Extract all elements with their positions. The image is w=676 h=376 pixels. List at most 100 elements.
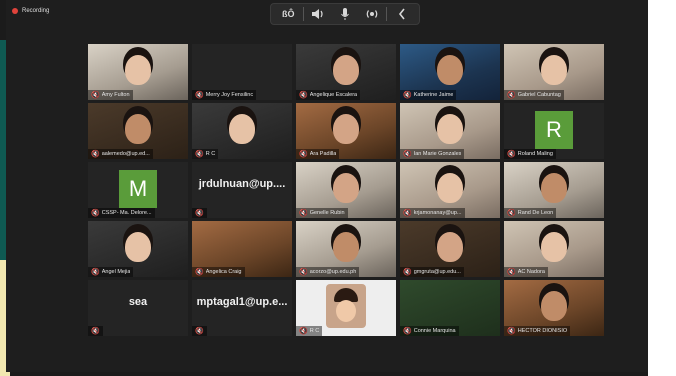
- participant-nameplate: 🔇 krjamonanay@up...: [400, 208, 465, 218]
- muted-microphone-icon: 🔇: [91, 91, 100, 99]
- participant-nameplate: 🔇 Angelica Craig: [192, 267, 245, 277]
- participant-name: Genelle Rubin: [309, 210, 345, 216]
- participant-avatar: M: [119, 170, 157, 208]
- participant-tile[interactable]: 🔇 Gabriel Cabuntag: [504, 44, 604, 100]
- participant-video: [541, 291, 567, 322]
- participant-name: aalemedo@up.ed...: [101, 151, 150, 157]
- participant-tile[interactable]: 🔇 aalemedo@up.ed...: [88, 103, 188, 159]
- participant-nameplate: 🔇 HECTOR DIONISIO: [504, 326, 571, 336]
- muted-microphone-icon: 🔇: [299, 91, 308, 99]
- participant-video: [541, 55, 567, 86]
- muted-microphone-icon: 🔇: [507, 150, 516, 158]
- recording-indicator: Recording: [12, 8, 49, 14]
- background-white-strip-right: [648, 0, 676, 376]
- muted-microphone-icon: 🔇: [507, 268, 516, 276]
- participant-tile[interactable]: R 🔇 Roland Maling: [504, 103, 604, 159]
- toolbar-divider: [386, 7, 388, 21]
- participant-nameplate: 🔇 Angelique Escalera: [296, 90, 361, 100]
- muted-microphone-icon: 🔇: [403, 209, 412, 217]
- participant-tile[interactable]: jrdulnuan@up.... 🔇: [192, 162, 292, 218]
- participant-nameplate: 🔇 Merry Joy Fensilinc: [192, 90, 257, 100]
- participant-nameplate: 🔇 R C: [296, 326, 323, 336]
- muted-microphone-icon: 🔇: [403, 91, 412, 99]
- participant-tile[interactable]: 🔇 Ara Padilla: [296, 103, 396, 159]
- participant-tile[interactable]: 🔇 Angelique Escalera: [296, 44, 396, 100]
- captions-icon[interactable]: ßÔ: [276, 5, 300, 23]
- participant-video: [333, 114, 359, 145]
- muted-microphone-icon: 🔇: [91, 209, 100, 217]
- participant-tile[interactable]: 🔇 Connie Marquina: [400, 280, 500, 336]
- participant-tile[interactable]: 🔇 Rand De Leon: [504, 162, 604, 218]
- memoji-avatar: [326, 284, 366, 328]
- participant-tile[interactable]: 🔇 HECTOR DIONISIO: [504, 280, 604, 336]
- participant-tile[interactable]: 🔇 Angelica Craig: [192, 221, 292, 277]
- participant-tile[interactable]: sea 🔇: [88, 280, 188, 336]
- muted-microphone-icon: 🔇: [299, 327, 308, 335]
- participant-tile[interactable]: 🔇 R C: [192, 103, 292, 159]
- muted-microphone-icon: 🔇: [507, 327, 516, 335]
- participant-nameplate: 🔇 acorzo@up.edu.ph: [296, 267, 360, 277]
- captions-text: ßÔ: [282, 9, 295, 19]
- muted-microphone-icon: 🔇: [91, 150, 100, 158]
- participant-name: gmgruta@up.edu...: [413, 269, 461, 275]
- participant-name: Connie Marquina: [413, 328, 456, 334]
- participant-name: R C: [309, 328, 320, 334]
- participant-nameplate: 🔇 Roland Maling: [504, 149, 556, 159]
- participant-tile[interactable]: 🔇 Katherine Jaime: [400, 44, 500, 100]
- participant-name: Rand De Leon: [517, 210, 554, 216]
- muted-microphone-icon: 🔇: [195, 327, 204, 335]
- muted-microphone-icon: 🔇: [507, 209, 516, 217]
- participant-name: krjamonanay@up...: [413, 210, 462, 216]
- participant-tile[interactable]: 🔇 krjamonanay@up...: [400, 162, 500, 218]
- participant-video: [437, 55, 463, 86]
- participant-video: [437, 114, 463, 145]
- participant-nameplate: 🔇 gmgruta@up.edu...: [400, 267, 464, 277]
- participant-video: [125, 232, 151, 263]
- participant-name: Ian Marie Gonzales: [413, 151, 462, 157]
- participant-nameplate: 🔇 Ian Marie Gonzales: [400, 149, 465, 159]
- muted-microphone-icon: 🔇: [403, 327, 412, 335]
- participant-tile[interactable]: M 🔇 CSSP- Ma. Delore...: [88, 162, 188, 218]
- participant-name: Angelica Craig: [205, 269, 242, 275]
- participant-nameplate: 🔇: [88, 326, 103, 336]
- participant-nameplate: 🔇: [192, 326, 207, 336]
- muted-microphone-icon: 🔇: [299, 150, 308, 158]
- participant-name: Ara Padilla: [309, 151, 337, 157]
- broadcast-icon[interactable]: [360, 5, 384, 23]
- participant-tile[interactable]: 🔇 Angel Mejia: [88, 221, 188, 277]
- participant-video: [437, 232, 463, 263]
- participant-name: acorzo@up.edu.ph: [309, 269, 357, 275]
- participant-video: [333, 232, 359, 263]
- participant-name: Amy Fulton: [101, 92, 130, 98]
- participant-tile[interactable]: 🔇 R C: [296, 280, 396, 336]
- muted-microphone-icon: 🔇: [403, 268, 412, 276]
- participant-tile[interactable]: 🔇 acorzo@up.edu.ph: [296, 221, 396, 277]
- muted-microphone-icon: 🔇: [299, 268, 308, 276]
- participant-tile[interactable]: 🔇 AC Nadora: [504, 221, 604, 277]
- participant-video: [541, 232, 567, 263]
- participant-video: [229, 114, 255, 145]
- muted-microphone-icon: 🔇: [195, 268, 204, 276]
- participant-tile[interactable]: 🔇 Genelle Rubin: [296, 162, 396, 218]
- participant-video: [125, 55, 151, 86]
- meeting-window: Recording ßÔ 🔇 Amy Fulton 🔇 Merry Joy Fens…: [6, 0, 648, 372]
- collapse-chevron-icon[interactable]: [390, 5, 414, 23]
- microphone-icon[interactable]: [333, 5, 357, 23]
- participant-name: AC Nadora: [517, 269, 545, 275]
- participant-nameplate: 🔇 CSSP- Ma. Delore...: [88, 208, 155, 218]
- participant-display-name: jrdulnuan@up....: [198, 178, 286, 190]
- participant-tile[interactable]: 🔇 Ian Marie Gonzales: [400, 103, 500, 159]
- participant-tile[interactable]: mptagal1@up.e... 🔇: [192, 280, 292, 336]
- participant-tile[interactable]: 🔇 Merry Joy Fensilinc: [192, 44, 292, 100]
- participant-name: HECTOR DIONISIO: [517, 328, 568, 334]
- participant-nameplate: 🔇: [192, 208, 207, 218]
- participant-nameplate: 🔇 Amy Fulton: [88, 90, 133, 100]
- participant-display-name: mptagal1@up.e...: [196, 296, 288, 308]
- participant-tile[interactable]: 🔇 Amy Fulton: [88, 44, 188, 100]
- recording-dot-icon: [12, 8, 18, 14]
- muted-microphone-icon: 🔇: [403, 150, 412, 158]
- toolbar-divider: [302, 7, 304, 21]
- speaker-icon[interactable]: [306, 5, 330, 23]
- muted-microphone-icon: 🔇: [195, 209, 204, 217]
- participant-tile[interactable]: 🔇 gmgruta@up.edu...: [400, 221, 500, 277]
